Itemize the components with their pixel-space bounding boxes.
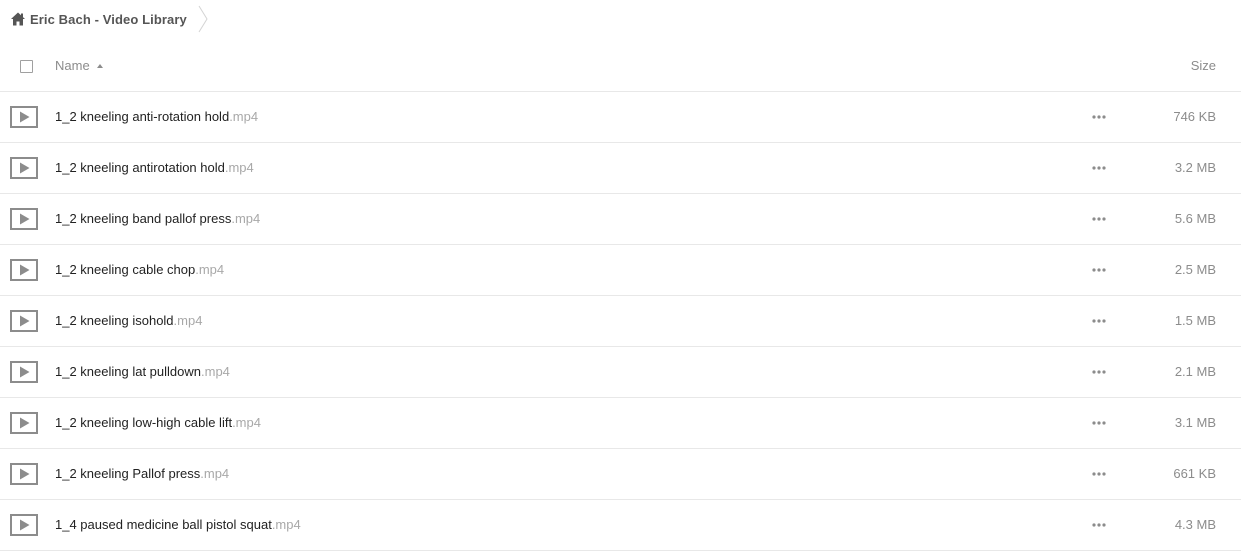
select-all-checkbox[interactable] — [20, 60, 33, 73]
video-file-icon[interactable] — [10, 412, 38, 434]
file-name-extension: .mp4 — [200, 466, 230, 481]
file-name-extension: .mp4 — [271, 517, 301, 532]
file-name-base: 1_4 paused medicine ball pistol squat — [55, 517, 272, 532]
sort-ascending-icon — [96, 64, 103, 68]
more-icon[interactable] — [1089, 159, 1109, 177]
file-row[interactable]: 1_2 kneeling low-high cable lift.mp4 3.1 … — [0, 398, 1241, 449]
file-name[interactable]: 1_4 paused medicine ball pistol squat.mp… — [55, 517, 301, 532]
file-name[interactable]: 1_2 kneeling band pallof press.mp4 — [55, 211, 260, 226]
file-name[interactable]: 1_2 kneeling antirotation hold.mp4 — [55, 160, 254, 175]
video-file-icon[interactable] — [10, 106, 38, 128]
file-row[interactable]: 1_2 kneeling anti-rotation hold.mp4 746 K… — [0, 92, 1241, 143]
file-row[interactable]: 1_4 paused medicine ball pistol squat.mp… — [0, 500, 1241, 551]
more-icon[interactable] — [1089, 516, 1109, 534]
file-name-base: 1_2 kneeling cable chop — [55, 262, 196, 277]
file-name-extension: .mp4 — [229, 109, 259, 124]
file-name[interactable]: 1_2 kneeling cable chop.mp4 — [55, 262, 224, 277]
file-name[interactable]: 1_2 kneeling anti-rotation hold.mp4 — [55, 109, 258, 124]
table-header: Name Size — [0, 41, 1241, 92]
file-row[interactable]: 1_2 kneeling Pallof press.mp4 661 KB — [0, 449, 1241, 500]
file-name-extension: .mp4 — [231, 211, 261, 226]
file-size: 3.1 MB — [1174, 415, 1216, 430]
file-name-extension: .mp4 — [232, 415, 261, 430]
file-size: 3.2 MB — [1174, 160, 1216, 175]
file-row[interactable]: 1_2 kneeling band pallof press.mp4 5.6 MB — [0, 194, 1241, 245]
file-name[interactable]: 1_2 kneeling isohold.mp4 — [55, 313, 202, 328]
video-file-icon[interactable] — [10, 157, 38, 179]
more-icon[interactable] — [1089, 465, 1109, 483]
file-name-extension: .mp4 — [224, 160, 254, 175]
column-header-name-label: Name — [55, 58, 90, 73]
home-icon — [10, 11, 26, 27]
file-list: Name Size 1_2 kneeling anti-rotation hol… — [0, 41, 1241, 551]
file-name-extension: .mp4 — [173, 313, 203, 328]
file-name-base: 1_2 kneeling isohold — [55, 313, 174, 328]
file-name[interactable]: 1_2 kneeling Pallof press.mp4 — [55, 466, 229, 481]
file-row[interactable]: 1_2 kneeling cable chop.mp4 2.5 MB — [0, 245, 1241, 296]
more-icon[interactable] — [1089, 414, 1109, 432]
breadcrumb-home[interactable]: Eric Bach - Video Library — [10, 0, 187, 38]
file-name-base: 1_2 kneeling low-high cable lift — [55, 415, 233, 430]
file-name-extension: .mp4 — [201, 364, 230, 379]
file-name[interactable]: 1_2 kneeling lat pulldown.mp4 — [55, 364, 230, 379]
file-size: 1.5 MB — [1174, 313, 1216, 328]
file-name-base: 1_2 kneeling lat pulldown — [55, 364, 201, 379]
video-file-icon[interactable] — [10, 208, 38, 230]
more-icon[interactable] — [1089, 312, 1109, 330]
more-icon[interactable] — [1089, 210, 1109, 228]
file-row[interactable]: 1_2 kneeling antirotation hold.mp4 3.2 MB — [0, 143, 1241, 194]
video-file-icon[interactable] — [10, 361, 38, 383]
file-size: 661 KB — [1173, 466, 1216, 481]
video-file-icon[interactable] — [10, 463, 38, 485]
video-file-icon[interactable] — [10, 514, 38, 536]
file-name-base: 1_2 kneeling antirotation hold — [55, 160, 225, 175]
file-size: 4.3 MB — [1174, 517, 1216, 532]
column-header-size[interactable]: Size — [1191, 58, 1216, 73]
file-row[interactable]: 1_2 kneeling lat pulldown.mp4 2.1 MB — [0, 347, 1241, 398]
more-icon[interactable] — [1089, 261, 1109, 279]
video-file-icon[interactable] — [10, 259, 38, 281]
breadcrumb-title: Eric Bach - Video Library — [30, 11, 187, 27]
video-file-icon[interactable] — [10, 310, 38, 332]
column-header-name[interactable]: Name — [55, 58, 103, 73]
file-name[interactable]: 1_2 kneeling low-high cable lift.mp4 — [55, 415, 261, 430]
file-name-base: 1_2 kneeling Pallof press — [55, 466, 201, 481]
file-size: 2.1 MB — [1174, 364, 1216, 379]
file-name-base: 1_2 kneeling anti-rotation hold — [55, 109, 230, 124]
file-name-extension: .mp4 — [195, 262, 225, 277]
more-icon[interactable] — [1089, 363, 1109, 381]
breadcrumb-separator-icon — [197, 0, 211, 38]
file-size: 5.6 MB — [1174, 211, 1216, 226]
breadcrumb: Eric Bach - Video Library — [10, 0, 211, 38]
file-size: 746 KB — [1173, 109, 1216, 124]
file-name-base: 1_2 kneeling band pallof press — [55, 211, 232, 226]
more-icon[interactable] — [1089, 108, 1109, 126]
file-size: 2.5 MB — [1174, 262, 1216, 277]
file-row[interactable]: 1_2 kneeling isohold.mp4 1.5 MB — [0, 296, 1241, 347]
